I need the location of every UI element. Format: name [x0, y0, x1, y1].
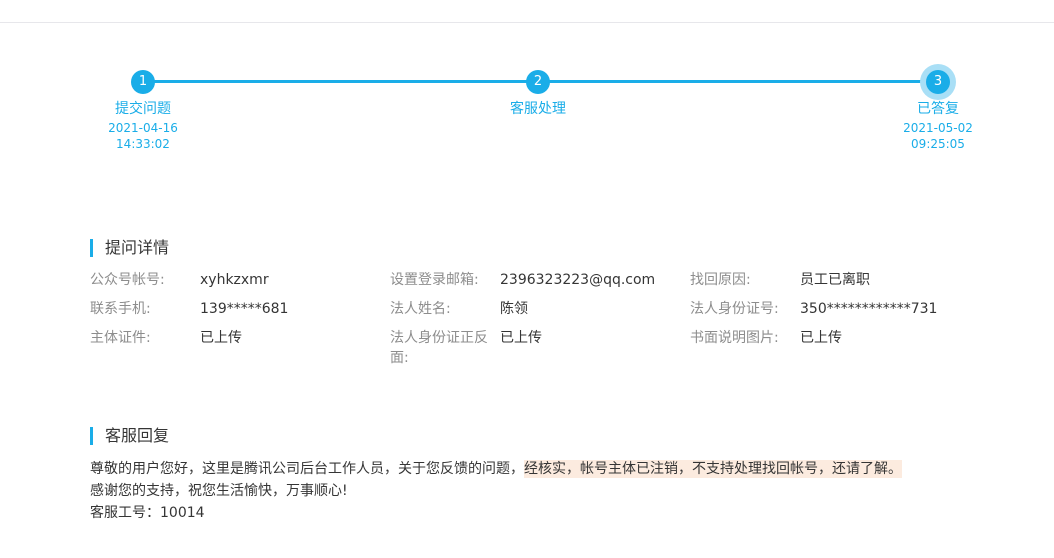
reply-line-2: 感谢您的支持，祝您生活愉快，万事顺心! [90, 483, 348, 499]
legal-name-value: 陈领 [500, 301, 528, 317]
written-img-label: 书面说明图片: [690, 330, 779, 346]
legal-id-value: 350************731 [800, 301, 938, 317]
details-section-title: 提问详情 [90, 239, 169, 257]
step-date: 2021-04-16 [108, 121, 178, 135]
reply-text: 尊敬的用户您好，这里是腾讯公司后台工作人员，关于您反馈的问题， [90, 461, 524, 477]
top-bar [0, 0, 1054, 23]
step-number: 2 [526, 70, 550, 94]
entity-doc-value: 已上传 [200, 330, 242, 346]
step-time: 09:25:05 [911, 137, 965, 151]
reply-line-1: 尊敬的用户您好，这里是腾讯公司后台工作人员，关于您反馈的问题，经核实，帐号主体已… [90, 458, 990, 480]
written-img-value: 已上传 [800, 330, 842, 346]
step-number: 3 [926, 70, 950, 94]
step-date: 2021-05-02 [903, 121, 973, 135]
legal-id-label: 法人身份证号: [690, 301, 779, 317]
step-label: 提交问题 [115, 101, 171, 117]
phone-label: 联系手机: [90, 301, 151, 317]
id-photo-label: 法人身份证正反面: [390, 330, 488, 366]
step-label: 客服处理 [510, 101, 566, 117]
step-submit: 1 提交问题 2021-04-16 14:33:02 [73, 70, 213, 152]
reason-label: 找回原因: [690, 272, 751, 288]
legal-name-label: 法人姓名: [390, 301, 451, 317]
step-number: 1 [131, 70, 155, 94]
email-label: 设置登录邮箱: [390, 272, 479, 288]
entity-doc-label: 主体证件: [90, 330, 151, 346]
account-value: xyhkzxmr [200, 272, 269, 288]
reason-value: 员工已离职 [800, 272, 870, 288]
reply-highlight: 经核实，帐号主体已注销，不支持处理找回帐号，还请了解。 [524, 460, 902, 478]
reply-body: 尊敬的用户您好，这里是腾讯公司后台工作人员，关于您反馈的问题，经核实，帐号主体已… [90, 458, 990, 524]
phone-value: 139*****681 [200, 301, 289, 317]
reply-section-title: 客服回复 [90, 427, 169, 445]
id-photo-value: 已上传 [500, 330, 542, 346]
email-value: 2396323223@qq.com [500, 272, 656, 288]
step-label: 已答复 [917, 101, 959, 117]
step-processing: 2 客服处理 [468, 70, 608, 118]
account-label: 公众号帐号: [90, 272, 165, 288]
step-time: 14:33:02 [116, 137, 170, 151]
reply-staff-id: 客服工号：10014 [90, 505, 205, 521]
step-answered: 3 已答复 2021-05-02 09:25:05 [868, 70, 1008, 152]
